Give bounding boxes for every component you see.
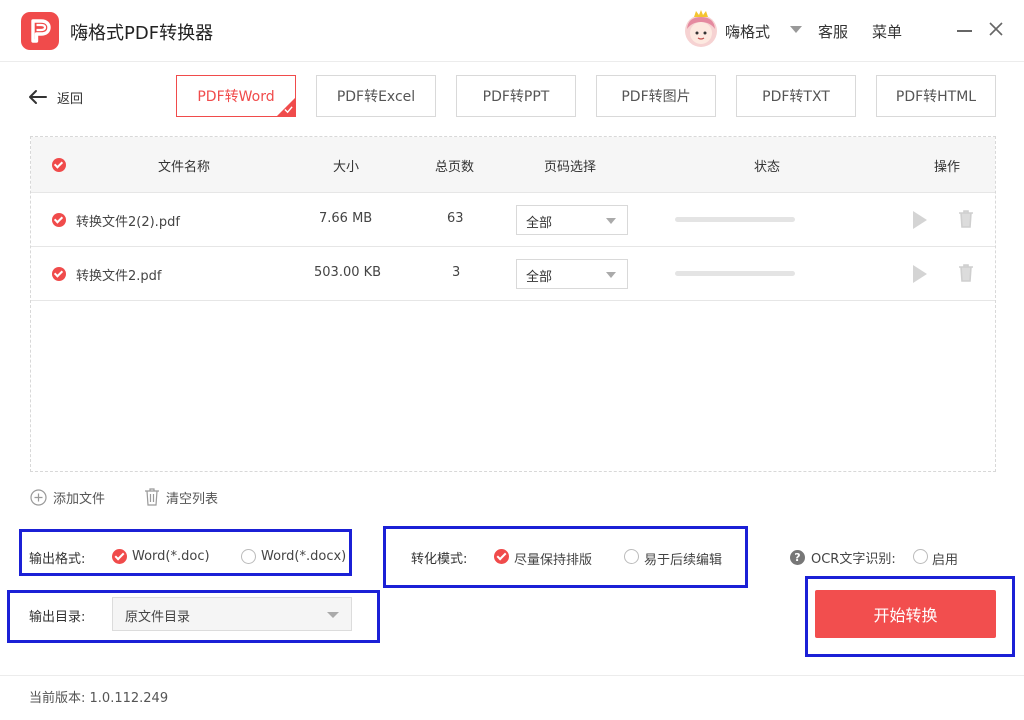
chevron-down-icon xyxy=(606,272,616,278)
user-dropdown-chevron-icon[interactable] xyxy=(790,26,802,33)
select-all-checkbox[interactable] xyxy=(52,158,66,172)
trash-icon xyxy=(145,488,159,506)
tab-pdf-to-txt[interactable]: PDF转TXT xyxy=(736,75,856,117)
file-name: 转换文件2(2).pdf xyxy=(76,215,180,230)
table-header: 文件名称 大小 总页数 页码选择 状态 操作 xyxy=(31,137,995,193)
progress-bar xyxy=(675,271,795,276)
output-format-label: 输出格式: xyxy=(29,552,86,567)
header-pages: 总页数 xyxy=(435,160,475,175)
format-doc-radio[interactable] xyxy=(112,549,127,564)
username[interactable]: 嗨格式 xyxy=(725,21,770,42)
progress-bar xyxy=(675,217,795,222)
chevron-down-icon xyxy=(327,612,339,618)
user-avatar[interactable] xyxy=(682,9,720,49)
plus-circle-icon xyxy=(30,488,47,506)
page-select-dropdown[interactable]: 全部 xyxy=(516,205,628,235)
ocr-enable-label[interactable]: 启用 xyxy=(932,549,958,568)
page-select-dropdown[interactable]: 全部 xyxy=(516,259,628,289)
format-docx-label[interactable]: Word(*.docx) xyxy=(261,549,346,564)
clear-list-button[interactable]: 清空列表 xyxy=(144,488,218,507)
help-icon[interactable]: ? xyxy=(790,550,805,565)
app-logo xyxy=(21,12,59,50)
tab-pdf-to-ppt[interactable]: PDF转PPT xyxy=(456,75,576,117)
mode-keep-layout-radio[interactable] xyxy=(494,549,509,564)
check-icon xyxy=(284,106,293,114)
mode-editable-radio[interactable] xyxy=(624,549,639,564)
header-actions: 操作 xyxy=(934,160,961,175)
trash-icon[interactable] xyxy=(958,264,974,282)
pdf-logo-icon xyxy=(31,19,51,43)
trash-icon[interactable] xyxy=(958,210,974,228)
tab-pdf-to-html[interactable]: PDF转HTML xyxy=(876,75,996,117)
output-directory-label: 输出目录: xyxy=(29,610,86,625)
header-size: 大小 xyxy=(333,160,360,175)
file-pages: 3 xyxy=(452,265,461,280)
footer-divider xyxy=(0,675,1024,676)
avatar-icon xyxy=(685,10,717,47)
app-title: 嗨格式PDF转换器 xyxy=(70,23,214,44)
table-row: 转换文件2(2).pdf 7.66 MB 63 全部 xyxy=(31,193,995,247)
tab-pdf-to-word[interactable]: PDF转Word xyxy=(176,75,296,117)
mode-editable-label[interactable]: 易于后续编辑 xyxy=(644,549,722,568)
file-list: 文件名称 大小 总页数 页码选择 状态 操作 转换文件2(2).pdf 7.66… xyxy=(30,136,996,472)
back-label: 返回 xyxy=(57,91,84,107)
output-directory-dropdown[interactable]: 原文件目录 xyxy=(112,597,352,631)
header-name: 文件名称 xyxy=(158,160,211,175)
mode-keep-layout-label[interactable]: 尽量保持排版 xyxy=(514,549,592,568)
version-info: 当前版本: 1.0.112.249 xyxy=(29,687,168,706)
tab-pdf-to-image[interactable]: PDF转图片 xyxy=(596,75,716,117)
menu-link[interactable]: 菜单 xyxy=(872,21,902,42)
minimize-icon[interactable] xyxy=(957,22,973,38)
version-value: 1.0.112.249 xyxy=(89,691,169,706)
play-icon[interactable] xyxy=(913,211,927,229)
version-label: 当前版本: xyxy=(29,691,86,706)
row-checkbox[interactable] xyxy=(52,267,66,281)
header-status: 状态 xyxy=(754,160,781,175)
file-size: 7.66 MB xyxy=(319,211,373,226)
format-docx-radio[interactable] xyxy=(241,549,256,564)
add-file-button[interactable]: 添加文件 xyxy=(30,488,105,507)
play-icon[interactable] xyxy=(913,265,927,283)
row-checkbox[interactable] xyxy=(52,213,66,227)
table-row: 转换文件2.pdf 503.00 KB 3 全部 xyxy=(31,247,995,301)
ocr-label: OCR文字识别: xyxy=(811,552,896,567)
customer-service-link[interactable]: 客服 xyxy=(818,21,848,42)
file-size: 503.00 KB xyxy=(314,265,382,280)
tab-pdf-to-excel[interactable]: PDF转Excel xyxy=(316,75,436,117)
title-bar: 嗨格式PDF转换器 嗨格式 客服 菜单 xyxy=(0,0,1024,62)
format-doc-label[interactable]: Word(*.doc) xyxy=(132,549,210,564)
file-pages: 63 xyxy=(447,211,464,226)
start-convert-button[interactable]: 开始转换 xyxy=(815,590,996,638)
arrow-left-icon xyxy=(29,90,47,104)
close-icon[interactable] xyxy=(987,20,1005,38)
chevron-down-icon xyxy=(606,218,616,224)
ocr-enable-radio[interactable] xyxy=(913,549,928,564)
conversion-mode-label: 转化模式: xyxy=(411,552,468,567)
header-page-select: 页码选择 xyxy=(544,160,597,175)
file-name: 转换文件2.pdf xyxy=(76,269,162,284)
back-button[interactable]: 返回 xyxy=(28,86,83,108)
